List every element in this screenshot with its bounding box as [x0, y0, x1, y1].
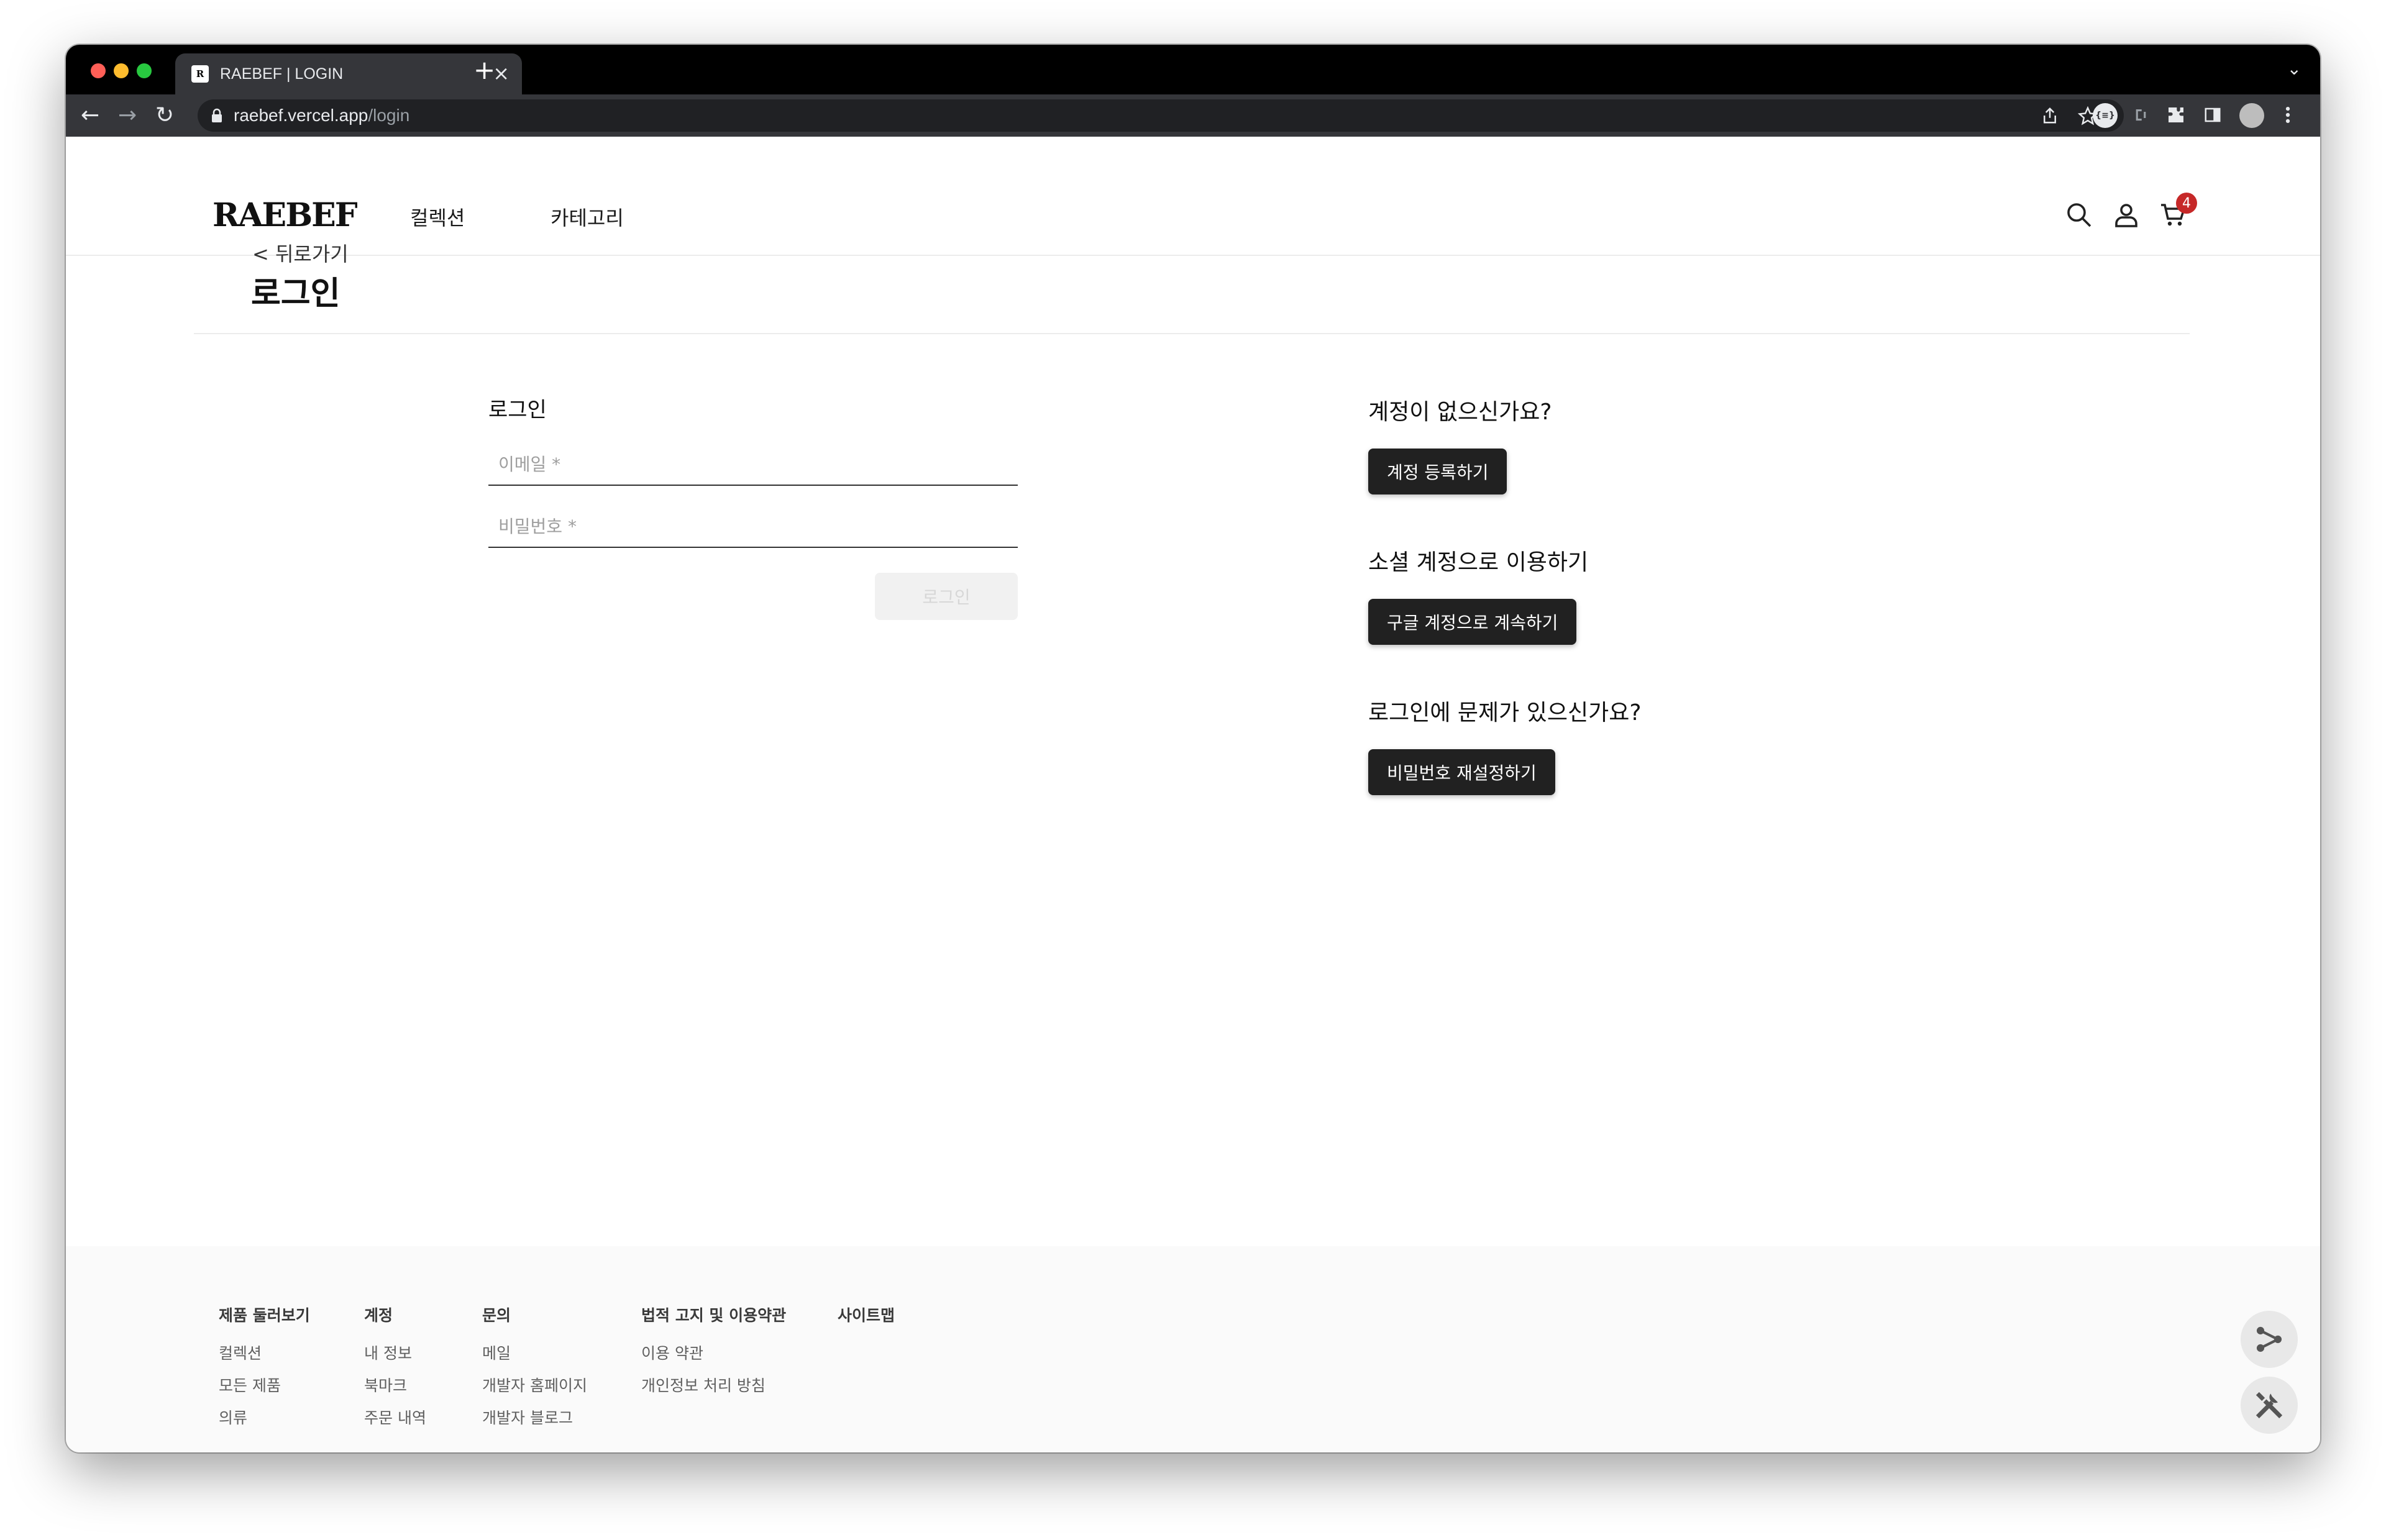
new-tab-icon[interactable]: +	[473, 57, 495, 83]
tab-search-chevron-icon[interactable]: ⌄	[2287, 58, 2301, 79]
footer-link[interactable]: 메일	[482, 1344, 587, 1377]
address-bar[interactable]: raebef.vercel.app/login	[198, 99, 2124, 132]
password-input[interactable]	[488, 506, 1018, 547]
reload-icon[interactable]: ↻	[155, 103, 174, 128]
site-logo[interactable]: RAEBEF	[213, 196, 358, 234]
footer-link[interactable]: 개발자 홈페이지	[482, 1377, 587, 1409]
forward-arrow-icon[interactable]: →	[118, 103, 137, 128]
footer-column-products: 제품 둘러보기 컬렉션 모든 제품 의류	[219, 1303, 310, 1441]
side-panel-icon[interactable]	[2203, 104, 2222, 125]
heading-divider	[194, 333, 2190, 334]
url-text: raebef.vercel.app/login	[234, 106, 410, 125]
social-login-heading: 소셜 계정으로 이용하기	[1368, 550, 1589, 575]
site-header: RAEBEF 컬렉션 카테고리 4	[66, 137, 2320, 256]
footer-heading: 제품 둘러보기	[219, 1306, 310, 1324]
footer-link[interactable]: 북마크	[364, 1377, 426, 1409]
tab-strip: R RAEBEF | LOGIN × + ⌄	[66, 45, 2320, 94]
footer-heading: 문의	[482, 1306, 511, 1324]
puzzle-extensions-icon[interactable]	[2166, 104, 2186, 125]
register-account-button[interactable]: 계정 등록하기	[1368, 449, 1507, 494]
login-submit-button[interactable]: 로그인	[875, 573, 1018, 620]
email-field	[488, 444, 1018, 486]
reset-password-button[interactable]: 비밀번호 재설정하기	[1368, 749, 1555, 795]
extension-badge-icon[interactable]: {≡}	[2093, 103, 2118, 128]
search-icon[interactable]	[2064, 200, 2094, 230]
footer-column-legal: 법적 고지 및 이용약관 이용 약관 개인정보 처리 방침	[641, 1303, 786, 1409]
nav-category-link[interactable]: 카테고리	[551, 203, 624, 231]
maximize-window-button[interactable]	[137, 63, 152, 78]
footer-column-account: 계정 내 정보 북마크 주문 내역	[364, 1303, 426, 1441]
email-input[interactable]	[488, 444, 1018, 485]
browser-window: R RAEBEF | LOGIN × + ⌄ ← → ↻ raebef.verc…	[66, 45, 2320, 1452]
back-arrow-icon[interactable]: ←	[81, 103, 99, 128]
footer-link[interactable]: 컬렉션	[219, 1344, 310, 1377]
nav-collection-link[interactable]: 컬렉션	[410, 203, 465, 231]
cart-count-badge: 4	[2176, 193, 2197, 214]
extension-cs-icon[interactable]	[2130, 104, 2149, 125]
password-field	[488, 506, 1018, 548]
close-window-button[interactable]	[91, 63, 106, 78]
back-link[interactable]: < 뒤로가기	[252, 239, 349, 267]
tab-close-icon[interactable]: ×	[493, 63, 510, 83]
footer-heading: 법적 고지 및 이용약관	[641, 1306, 787, 1324]
footer-heading: 계정	[364, 1306, 393, 1324]
footer-link[interactable]: 개발자 블로그	[482, 1409, 587, 1441]
no-account-heading: 계정이 없으신가요?	[1368, 399, 1552, 425]
google-login-button[interactable]: 구글 계정으로 계속하기	[1368, 599, 1577, 645]
profile-avatar-icon[interactable]	[2239, 103, 2264, 128]
share-icon[interactable]	[2041, 106, 2059, 125]
share-nodes-icon	[2256, 1326, 2282, 1352]
user-account-icon[interactable]	[2111, 200, 2141, 230]
favicon-icon: R	[191, 65, 209, 83]
footer-link[interactable]: 개인정보 처리 방침	[641, 1377, 786, 1409]
browser-tab-active[interactable]: R RAEBEF | LOGIN ×	[175, 53, 522, 94]
site-footer: 제품 둘러보기 컬렉션 모든 제품 의류 계정 내 정보 북마크 주문 내역 문…	[66, 1246, 2320, 1452]
footer-link[interactable]: 주문 내역	[364, 1409, 426, 1441]
login-trouble-heading: 로그인에 문제가 있으신가요?	[1368, 700, 1642, 726]
footer-link[interactable]: 내 정보	[364, 1344, 426, 1377]
tools-fab-button[interactable]	[2241, 1377, 2298, 1434]
more-vertical-icon[interactable]	[2282, 104, 2294, 125]
browser-toolbar: ← → ↻ raebef.vercel.app/login {≡}	[66, 94, 2320, 137]
tab-title: RAEBEF | LOGIN	[220, 65, 344, 83]
share-fab-button[interactable]	[2241, 1311, 2298, 1368]
login-form-title: 로그인	[488, 398, 547, 422]
footer-heading-sitemap[interactable]: 사이트맵	[838, 1303, 895, 1324]
lock-icon	[212, 108, 222, 122]
footer-column-sitemap: 사이트맵	[838, 1303, 895, 1344]
footer-column-contact: 문의 메일 개발자 홈페이지 개발자 블로그	[482, 1303, 587, 1441]
footer-link[interactable]: 의류	[219, 1409, 310, 1441]
footer-link[interactable]: 모든 제품	[219, 1377, 310, 1409]
tools-icon	[2256, 1392, 2283, 1419]
minimize-window-button[interactable]	[114, 63, 129, 78]
footer-link[interactable]: 이용 약관	[641, 1344, 786, 1377]
page-title: 로그인	[251, 275, 341, 312]
